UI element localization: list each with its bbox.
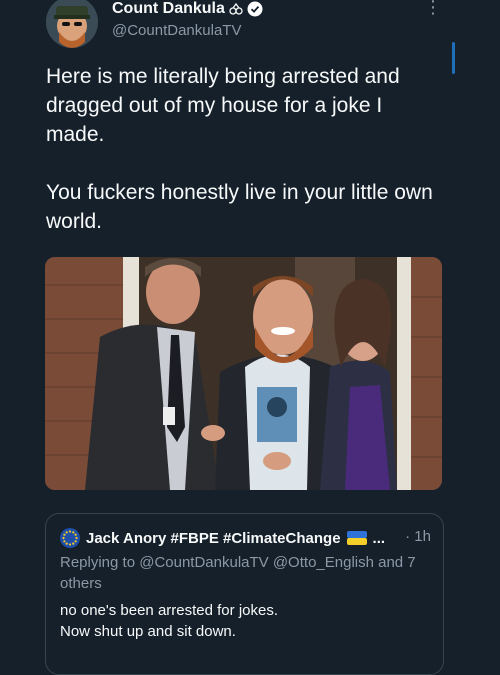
avatar-image <box>46 0 98 48</box>
ukraine-flag-icon <box>346 531 367 545</box>
more-icon[interactable]: ⋮ <box>424 0 442 16</box>
tweet-photo[interactable] <box>45 257 442 490</box>
arrest-photo <box>45 257 442 490</box>
author-handle[interactable]: @CountDankulaTV <box>112 22 241 39</box>
eu-flag-icon <box>60 528 80 548</box>
author-name[interactable]: Count Dankula <box>112 0 225 18</box>
tweet-text: Here is me literally being arrested and … <box>46 65 433 233</box>
emoji-icon <box>229 2 243 15</box>
quote-name-ellipsis: ... <box>372 529 386 547</box>
quoted-tweet[interactable]: Jack Anory #FBPE #ClimateChange ... · 1h… <box>45 513 444 675</box>
quote-replying-to: Replying to @CountDankulaTV @Otto_Englis… <box>60 554 416 592</box>
quote-timestamp[interactable]: · 1h <box>405 528 431 545</box>
quote-header: Jack Anory #FBPE #ClimateChange ... <box>60 528 385 548</box>
avatar[interactable] <box>46 0 98 48</box>
verified-badge-icon <box>247 1 263 17</box>
scrollbar[interactable] <box>452 42 455 74</box>
author-name-row: Count Dankula <box>112 0 263 18</box>
quote-text: no one's been arrested for jokes. Now sh… <box>60 602 278 640</box>
quote-author-name[interactable]: Jack Anory #FBPE #ClimateChange <box>86 530 341 547</box>
